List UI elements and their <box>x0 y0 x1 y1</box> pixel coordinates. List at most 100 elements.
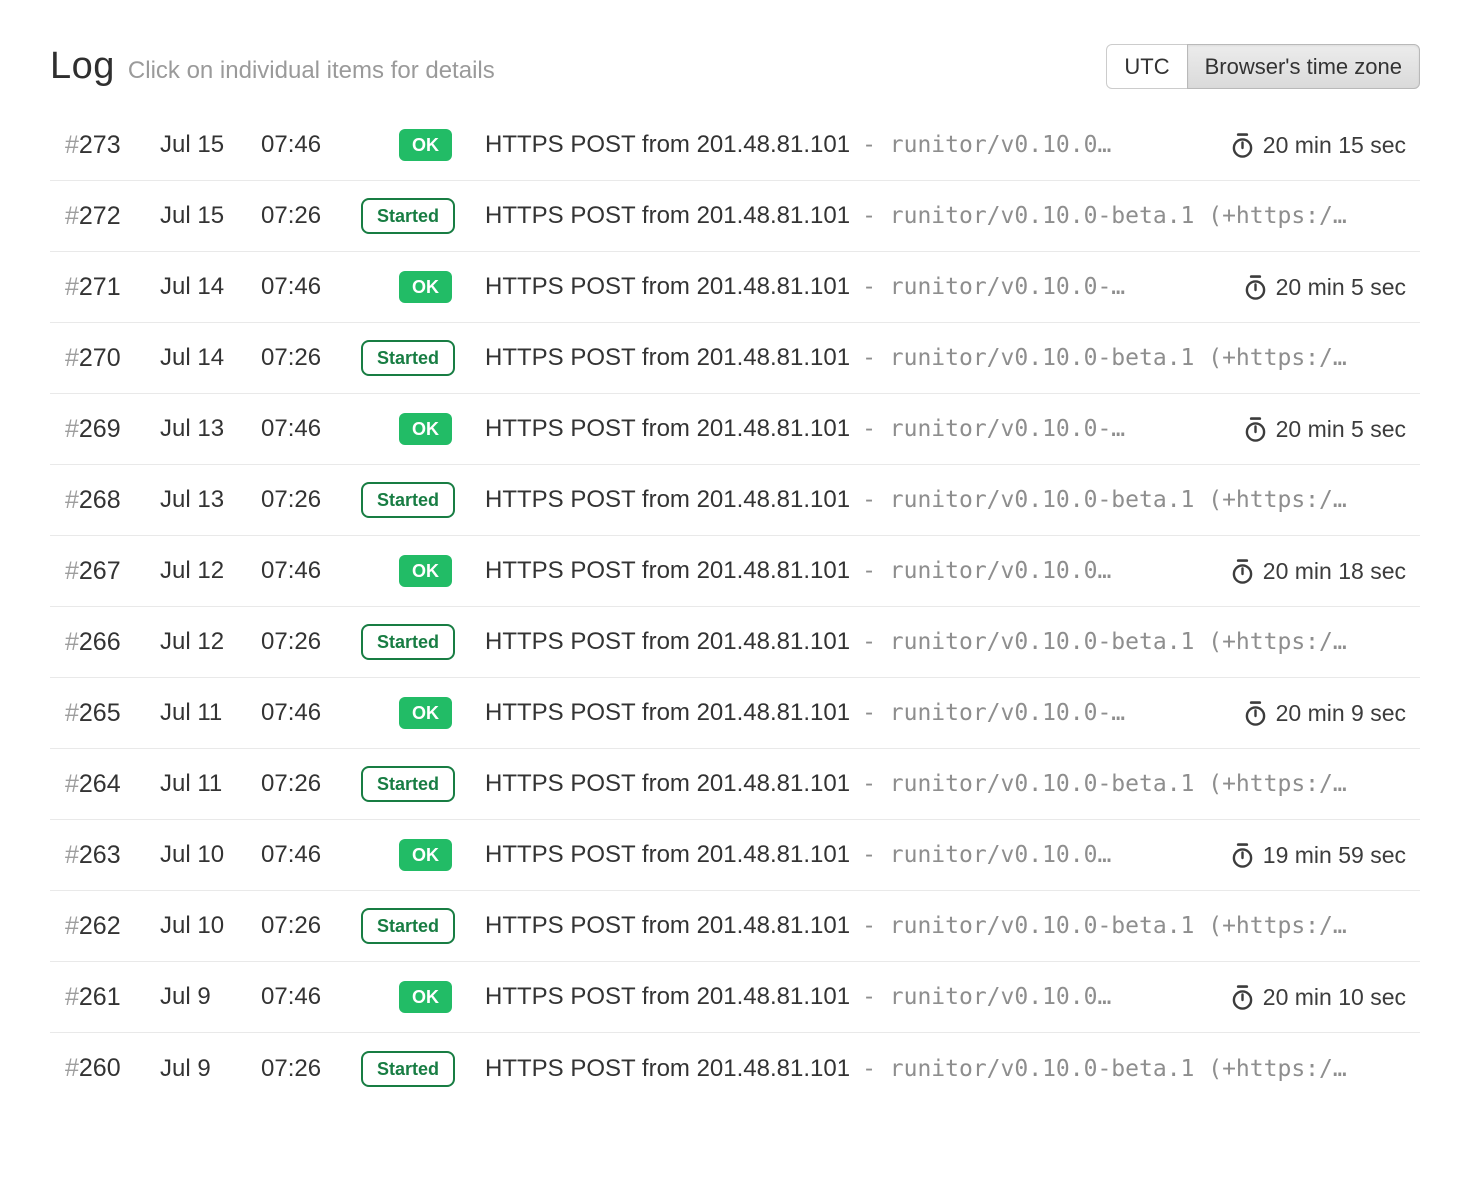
number-hash-prefix: # <box>65 557 79 585</box>
status-badge: OK <box>399 129 452 161</box>
event-number: #263 <box>50 841 160 870</box>
log-row[interactable]: #271 Jul 14 07:46 OK HTTPS POST from 201… <box>50 252 1420 323</box>
event-duration: 20 min 15 sec <box>1210 132 1406 159</box>
duration-text: 20 min 5 sec <box>1276 274 1406 301</box>
number-value: 260 <box>79 1054 121 1082</box>
number-hash-prefix: # <box>65 344 79 372</box>
number-hash-prefix: # <box>65 770 79 798</box>
event-time: 07:46 <box>261 273 361 301</box>
event-number: #265 <box>50 699 160 728</box>
log-row[interactable]: #270 Jul 14 07:26 Started HTTPS POST fro… <box>50 323 1420 394</box>
log-row[interactable]: #272 Jul 15 07:26 Started HTTPS POST fro… <box>50 181 1420 252</box>
number-hash-prefix: # <box>65 841 79 869</box>
event-time: 07:46 <box>261 983 361 1011</box>
number-value: 263 <box>79 841 121 869</box>
number-hash-prefix: # <box>65 273 79 301</box>
status-cell: OK <box>361 697 485 729</box>
event-time: 07:26 <box>261 1055 361 1083</box>
number-hash-prefix: # <box>65 131 79 159</box>
log-row[interactable]: #267 Jul 12 07:46 OK HTTPS POST from 201… <box>50 536 1420 607</box>
stopwatch-icon <box>1243 700 1268 727</box>
log-table: #273 Jul 15 07:46 OK HTTPS POST from 201… <box>50 110 1420 1104</box>
log-row[interactable]: #269 Jul 13 07:46 OK HTTPS POST from 201… <box>50 394 1420 465</box>
number-hash-prefix: # <box>65 912 79 940</box>
status-cell: Started <box>361 482 485 518</box>
status-badge: Started <box>361 624 455 660</box>
status-badge: OK <box>399 981 452 1013</box>
duration-text: 20 min 9 sec <box>1276 700 1406 727</box>
log-row[interactable]: #273 Jul 15 07:46 OK HTTPS POST from 201… <box>50 110 1420 181</box>
event-time: 07:46 <box>261 699 361 727</box>
log-row[interactable]: #264 Jul 11 07:26 Started HTTPS POST fro… <box>50 749 1420 820</box>
page-subtitle: Click on individual items for details <box>128 57 495 85</box>
log-row[interactable]: #265 Jul 11 07:46 OK HTTPS POST from 201… <box>50 678 1420 749</box>
event-text: HTTPS POST from 201.48.81.101 <box>485 1055 850 1082</box>
user-agent-text: - runitor/v0.10.0-beta.1 (+https:/… <box>862 1056 1347 1082</box>
event-number: #260 <box>50 1054 160 1083</box>
event-date: Jul 11 <box>160 770 261 798</box>
event-time: 07:46 <box>261 841 361 869</box>
browser-timezone-button[interactable]: Browser's time zone <box>1187 44 1420 89</box>
status-badge: OK <box>399 839 452 871</box>
event-description: HTTPS POST from 201.48.81.101 - runitor/v… <box>485 1055 1406 1083</box>
status-cell: OK <box>361 271 485 303</box>
event-number: #273 <box>50 131 160 160</box>
duration-text: 20 min 10 sec <box>1263 984 1406 1011</box>
status-cell: OK <box>361 129 485 161</box>
status-badge: Started <box>361 482 455 518</box>
event-time: 07:46 <box>261 557 361 585</box>
log-row[interactable]: #268 Jul 13 07:26 Started HTTPS POST fro… <box>50 465 1420 536</box>
log-row[interactable]: #261 Jul 9 07:46 OK HTTPS POST from 201.… <box>50 962 1420 1033</box>
stopwatch-icon <box>1230 984 1255 1011</box>
user-agent-text: - runitor/v0.10.0… <box>862 558 1111 584</box>
event-text: HTTPS POST from 201.48.81.101 <box>485 841 850 868</box>
status-badge: Started <box>361 340 455 376</box>
number-value: 269 <box>79 415 121 443</box>
log-page: Log Click on individual items for detail… <box>0 44 1470 1104</box>
event-number: #267 <box>50 557 160 586</box>
event-description: HTTPS POST from 201.48.81.101- runitor/v… <box>485 202 1406 230</box>
event-date: Jul 13 <box>160 415 261 443</box>
status-badge: OK <box>399 271 452 303</box>
event-text: HTTPS POST from 201.48.81.101 <box>485 699 850 726</box>
stopwatch-icon <box>1230 132 1255 159</box>
event-description: HTTPS POST from 201.48.81.101- runitor/v… <box>485 486 1406 514</box>
status-cell: Started <box>361 1051 485 1087</box>
event-date: Jul 9 <box>160 1055 261 1083</box>
event-text: HTTPS POST from 201.48.81.101 <box>485 273 850 300</box>
log-row[interactable]: #260 Jul 9 07:26 Started HTTPS POST from… <box>50 1033 1420 1104</box>
number-hash-prefix: # <box>65 486 79 514</box>
log-row[interactable]: #262 Jul 10 07:26 Started HTTPS POST fro… <box>50 891 1420 962</box>
status-cell: Started <box>361 766 485 802</box>
event-time: 07:26 <box>261 912 361 940</box>
number-value: 267 <box>79 557 121 585</box>
log-row[interactable]: #266 Jul 12 07:26 Started HTTPS POST fro… <box>50 607 1420 678</box>
event-date: Jul 10 <box>160 912 261 940</box>
status-badge: OK <box>399 413 452 445</box>
event-description: HTTPS POST from 201.48.81.101- runitor/v… <box>485 841 1210 869</box>
event-number: #266 <box>50 628 160 657</box>
event-text: HTTPS POST from 201.48.81.101 <box>485 912 850 939</box>
user-agent-text: - runitor/v0.10.0-beta.1 (+https:/… <box>862 487 1347 513</box>
event-time: 07:26 <box>261 202 361 230</box>
event-date: Jul 14 <box>160 344 261 372</box>
log-row[interactable]: #263 Jul 10 07:46 OK HTTPS POST from 201… <box>50 820 1420 891</box>
status-cell: OK <box>361 981 485 1013</box>
status-badge: Started <box>361 908 455 944</box>
utc-button[interactable]: UTC <box>1106 44 1187 89</box>
duration-text: 20 min 15 sec <box>1263 132 1406 159</box>
number-hash-prefix: # <box>65 415 79 443</box>
number-hash-prefix: # <box>65 1054 79 1082</box>
event-date: Jul 12 <box>160 557 261 585</box>
user-agent-text: - runitor/v0.10.0-… <box>862 700 1125 726</box>
stopwatch-icon <box>1230 558 1255 585</box>
event-date: Jul 9 <box>160 983 261 1011</box>
number-hash-prefix: # <box>65 699 79 727</box>
status-cell: OK <box>361 839 485 871</box>
event-description: HTTPS POST from 201.48.81.101- runitor/v… <box>485 415 1223 443</box>
event-number: #264 <box>50 770 160 799</box>
event-date: Jul 14 <box>160 273 261 301</box>
event-date: Jul 13 <box>160 486 261 514</box>
event-description: HTTPS POST from 201.48.81.101- runitor/v… <box>485 770 1406 798</box>
number-value: 270 <box>79 344 121 372</box>
